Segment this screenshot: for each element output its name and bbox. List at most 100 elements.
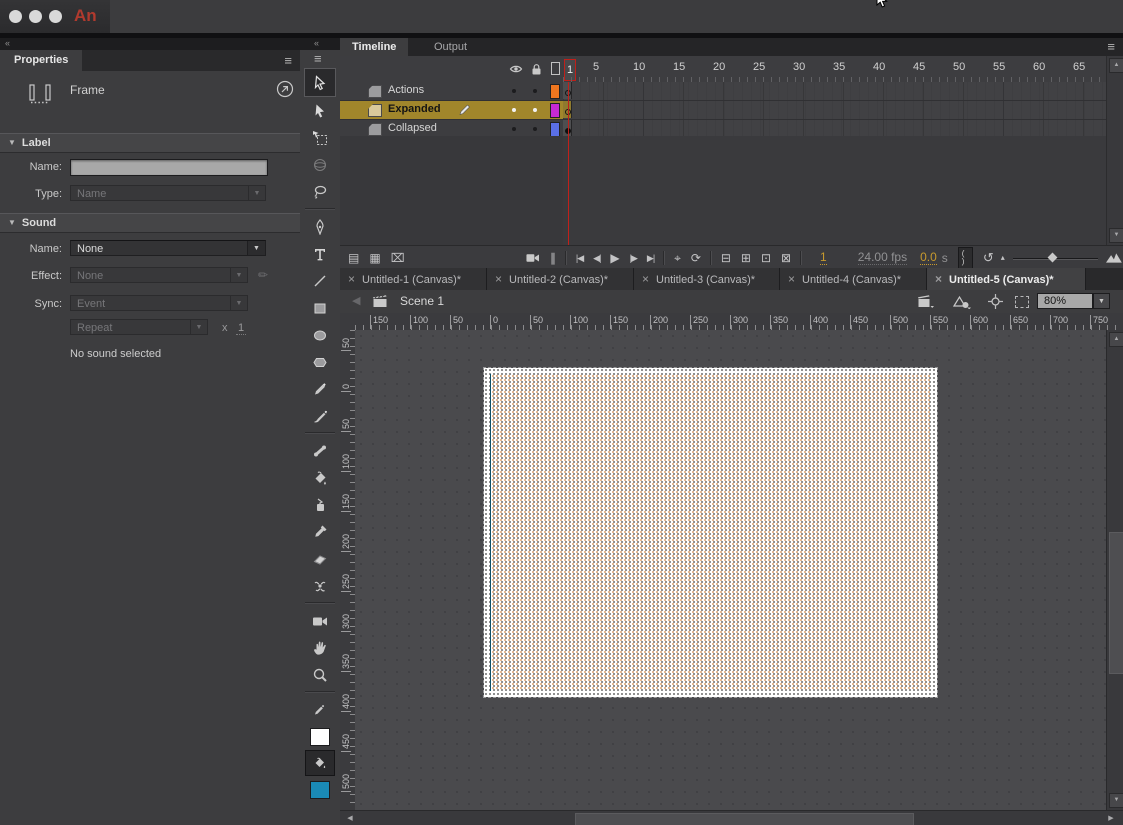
tab-properties[interactable]: Properties <box>0 50 82 71</box>
document-tab-3[interactable]: ×Untitled-3 (Canvas)* <box>634 268 780 290</box>
layer-row-expanded[interactable]: Expanded <box>340 101 1106 120</box>
back-button[interactable]: ◀ <box>352 294 360 307</box>
sound-name-dropdown[interactable]: None ▼ <box>70 240 266 256</box>
eraser-tool[interactable] <box>300 545 340 572</box>
close-tab-icon[interactable]: × <box>642 272 649 286</box>
edit-multiple-frames-button[interactable]: ⊡ <box>761 251 771 265</box>
paint-bucket-tool[interactable] <box>300 464 340 491</box>
frame-number[interactable]: 25 <box>753 61 765 73</box>
frame-span-toggle[interactable]: ( ) <box>958 247 973 269</box>
text-tool[interactable] <box>300 240 340 267</box>
zoom-dropdown-button[interactable]: ▼ <box>1093 293 1110 309</box>
layer-visibility-dot[interactable] <box>512 89 516 93</box>
window-zoom-button[interactable] <box>49 10 62 23</box>
timeline-scrollbar[interactable]: ▲ ▼ <box>1106 56 1123 245</box>
frame-number[interactable]: 50 <box>953 61 965 73</box>
fill-color-swatch[interactable] <box>300 776 340 803</box>
edit-symbols-button[interactable] <box>953 294 971 309</box>
layer-row-actions[interactable]: Actions <box>340 82 1106 101</box>
layer-lock-dot[interactable] <box>533 127 537 131</box>
frame-number[interactable]: 35 <box>833 61 845 73</box>
tab-timeline[interactable]: Timeline <box>340 38 408 56</box>
layer-name[interactable]: Actions <box>388 84 424 96</box>
scroll-right-icon[interactable]: ▶ <box>1105 813 1117 824</box>
stroke-color-pencil[interactable] <box>300 696 340 723</box>
zoom-level-field[interactable]: 80% <box>1037 293 1093 309</box>
layer-visibility-dot[interactable] <box>512 127 516 131</box>
scrollbar-thumb[interactable] <box>575 813 914 825</box>
layer-lock-dot[interactable] <box>533 108 537 112</box>
step-forward-button[interactable]: |▶ <box>630 251 637 265</box>
elapsed-time-value[interactable]: 0.0 <box>920 250 937 265</box>
show-parenting-button[interactable]: ∥ <box>550 251 556 265</box>
frame-number[interactable]: 10 <box>633 61 645 73</box>
edit-scene-button[interactable] <box>918 295 934 308</box>
step-back-button[interactable]: ◀| <box>593 251 600 265</box>
label-name-input[interactable] <box>70 159 268 176</box>
label-section-header[interactable]: ▼Label <box>0 133 300 153</box>
pen-tool[interactable] <box>300 213 340 240</box>
tab-output[interactable]: Output <box>422 38 479 56</box>
stroke-color-swatch[interactable] <box>300 723 340 750</box>
polystar-tool[interactable] <box>300 348 340 375</box>
zoom-tool[interactable] <box>300 661 340 688</box>
scroll-up-icon[interactable]: ▲ <box>1109 332 1123 347</box>
tools-collapse-bar[interactable]: « <box>300 38 340 50</box>
selection-tool[interactable] <box>304 68 336 97</box>
go-to-last-frame-button[interactable]: ▶| <box>647 251 654 265</box>
timeline-menu-icon[interactable]: ≡ <box>1107 40 1115 54</box>
timeline-zoom-slider[interactable] <box>1013 251 1099 265</box>
scroll-down-icon[interactable]: ▼ <box>1109 228 1123 243</box>
stage[interactable] <box>484 368 937 697</box>
show-hide-all-layers-icon[interactable] <box>509 63 523 75</box>
scrollbar-thumb[interactable] <box>1109 532 1123 674</box>
vertical-scrollbar[interactable]: ▲ ▼ <box>1106 330 1123 810</box>
onion-skin-button[interactable]: ⊟ <box>721 251 731 265</box>
tools-menu-icon[interactable]: ≡ <box>314 52 322 66</box>
new-layer-button[interactable]: ▤ <box>348 251 359 265</box>
close-tab-icon[interactable]: × <box>348 272 355 286</box>
layer-frames[interactable] <box>563 82 1106 100</box>
close-tab-icon[interactable]: × <box>495 272 502 286</box>
playhead-line[interactable] <box>568 82 569 245</box>
lock-all-layers-icon[interactable] <box>530 63 543 76</box>
pencil-tool[interactable] <box>300 375 340 402</box>
play-button[interactable]: ▶ <box>610 251 619 265</box>
layer-visibility-dot[interactable] <box>512 108 516 112</box>
eyedropper-tool[interactable] <box>300 518 340 545</box>
frame-number[interactable]: 20 <box>713 61 725 73</box>
hand-tool[interactable] <box>300 634 340 661</box>
document-tab-5[interactable]: ×Untitled-5 (Canvas)* <box>927 268 1086 290</box>
loop-playback-button[interactable]: ⟳ <box>691 251 701 265</box>
help-arrow-icon[interactable] <box>276 80 294 98</box>
layer-lock-dot[interactable] <box>533 89 537 93</box>
close-tab-icon[interactable]: × <box>935 272 942 286</box>
shorten-frames-icon[interactable]: ▴ <box>1001 251 1005 265</box>
properties-collapse-bar[interactable]: « <box>0 38 300 50</box>
ink-bottle-tool[interactable] <box>300 491 340 518</box>
layer-name[interactable]: Expanded <box>388 103 441 115</box>
document-tab-1[interactable]: ×Untitled-1 (Canvas)* <box>340 268 487 290</box>
bone-tool[interactable] <box>300 437 340 464</box>
line-tool[interactable] <box>300 267 340 294</box>
center-frame-button[interactable]: ⌖ <box>674 251 681 265</box>
modify-markers-button[interactable]: ⊠ <box>781 251 791 265</box>
show-outlines-icon[interactable] <box>551 62 560 75</box>
oval-tool[interactable] <box>300 321 340 348</box>
go-to-first-frame-button[interactable]: |◀ <box>576 251 583 265</box>
3d-rotation-tool[interactable] <box>300 151 340 178</box>
frame-number[interactable]: 15 <box>673 61 685 73</box>
layer-name[interactable]: Collapsed <box>388 122 437 134</box>
layer-color-swatch[interactable] <box>550 84 560 99</box>
window-close-button[interactable] <box>9 10 22 23</box>
delete-layer-button[interactable]: ⌧ <box>391 251 405 265</box>
document-tab-4[interactable]: ×Untitled-4 (Canvas)* <box>780 268 927 290</box>
frame-number[interactable]: 55 <box>993 61 1005 73</box>
reset-timeline-zoom-button[interactable]: ↺ <box>983 251 994 265</box>
frame-number[interactable]: 40 <box>873 61 885 73</box>
scroll-left-icon[interactable]: ◀ <box>344 813 356 824</box>
collapse-icon[interactable]: « <box>5 38 11 48</box>
frame-number[interactable]: 45 <box>913 61 925 73</box>
paint-brush-tool[interactable] <box>300 402 340 429</box>
asset-warp-tool[interactable] <box>300 572 340 599</box>
